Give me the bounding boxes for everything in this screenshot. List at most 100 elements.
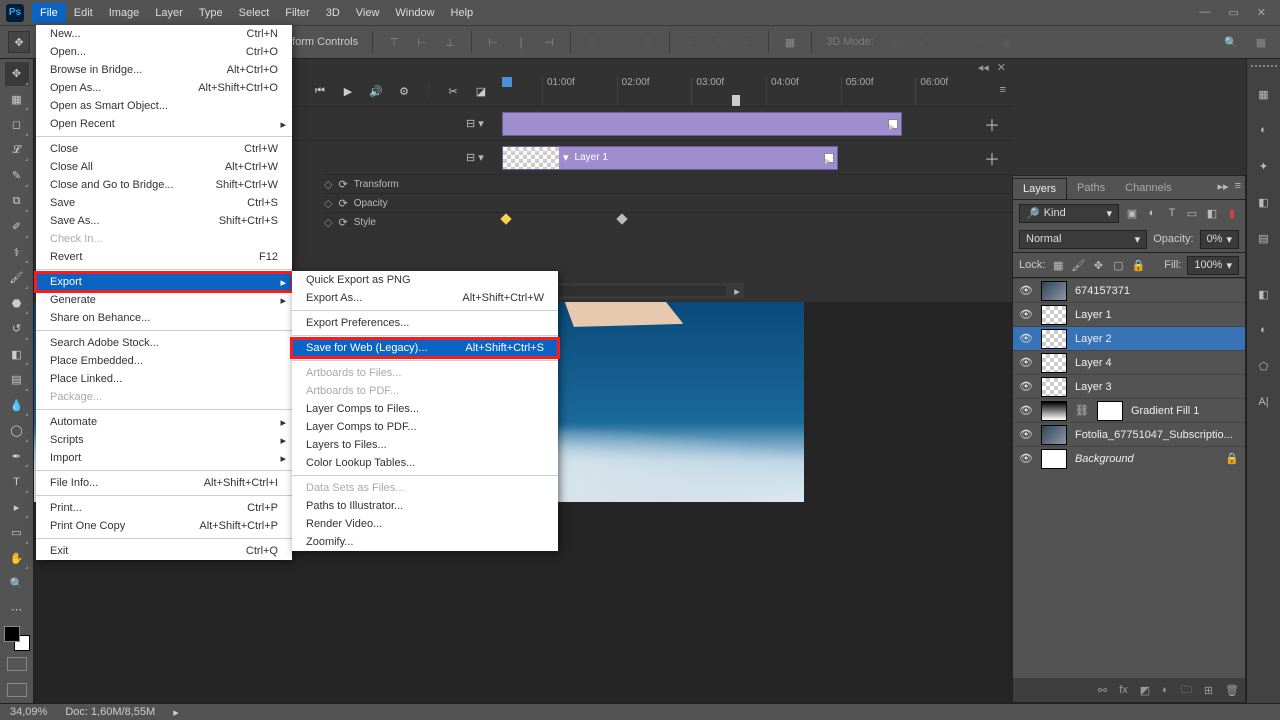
glyphs-panel-icon[interactable]: A| [1255,393,1273,411]
timeline-settings-icon[interactable]: ⚙ [396,83,412,99]
track-property[interactable]: ◇⟳Opacity [324,193,1012,212]
auto-align-icon[interactable]: ▦ [779,31,801,53]
filter-adjust-icon[interactable]: ◐ [1145,206,1159,220]
menu-window[interactable]: Window [387,3,442,23]
menu-item[interactable]: File Info...Alt+Shift+Ctrl+I [36,474,292,492]
dist-left-icon[interactable]: ≡ [680,31,702,53]
dist-hmid-icon[interactable]: ≡ [708,31,730,53]
layer-mask-icon[interactable]: ◩ [1140,684,1150,697]
track-menu-icon[interactable]: ⊟ [466,117,475,130]
quick-select-tool[interactable]: ✎ [5,164,29,188]
panel-expand-icon[interactable]: ▸▸ [1218,180,1229,193]
adjustment-layer-icon[interactable]: ◐ [1162,684,1169,696]
align-top-icon[interactable]: ⊤ [383,31,405,53]
dist-top-icon[interactable]: ≡ [581,31,603,53]
menu-item[interactable]: Print...Ctrl+P [36,499,292,517]
maximize-button[interactable]: ▭ [1228,6,1238,19]
3d-roll-icon[interactable]: ⤢ [912,31,934,53]
menu-item[interactable]: Paths to Illustrator... [292,497,558,515]
clip-layer1[interactable]: ▾Layer 1▸ [502,146,838,170]
keyframe[interactable] [616,213,627,224]
menu-item[interactable]: Open Recent▸ [36,115,292,133]
menu-3d[interactable]: 3D [318,3,348,23]
color-panel-icon[interactable]: ◧ [1255,193,1273,211]
quick-mask-icon[interactable] [7,657,27,671]
layer-name[interactable]: Gradient Fill 1 [1131,405,1239,417]
menu-item[interactable]: Save As...Shift+Ctrl+S [36,212,292,230]
menu-item[interactable]: ExitCtrl+Q [36,542,292,560]
hand-tool[interactable]: ✋ [5,547,29,571]
visibility-icon[interactable]: 👁 [1019,404,1033,417]
track-property[interactable]: ◇⟳Transform [324,174,1012,193]
layer-filter-kind[interactable]: 🔎 Kind ▾ [1019,204,1119,223]
crop-tool[interactable]: ⧉ [5,190,29,214]
eyedropper-tool[interactable]: ✐ [5,215,29,239]
menu-item[interactable]: Generate▸ [36,291,292,309]
menu-item[interactable]: Save for Web (Legacy)...Alt+Shift+Ctrl+S [292,339,558,357]
menu-view[interactable]: View [348,3,388,23]
panel-collapse-icon[interactable]: ◂◂ [978,61,989,74]
menu-item[interactable]: Automate▸ [36,413,292,431]
align-left-icon[interactable]: ⊢ [482,31,504,53]
history-brush-tool[interactable]: ↺ [5,317,29,341]
timeline-split-icon[interactable]: ✂ [445,83,461,99]
track-chevron-icon[interactable]: ▾ [478,151,484,164]
menu-item[interactable]: New...Ctrl+N [36,25,292,43]
dist-bottom-icon[interactable]: ≡ [637,31,659,53]
menu-select[interactable]: Select [231,3,278,23]
link-mask-icon[interactable]: ⛓ [1075,404,1089,417]
lock-paint-icon[interactable]: 🖌 [1071,258,1085,272]
lock-artboard-icon[interactable]: ▢ [1111,258,1125,272]
layers-panel-icon[interactable]: ◧ [1255,285,1273,303]
menu-item[interactable]: Zoomify... [292,533,558,551]
menu-item[interactable]: Place Linked... [36,370,292,388]
screen-mode-icon[interactable] [7,683,27,697]
eraser-tool[interactable]: ◧ [5,343,29,367]
lock-trans-icon[interactable]: ▦ [1051,258,1065,272]
panel-close-icon[interactable]: ✕ [997,61,1006,74]
blend-mode[interactable]: Normal▾ [1019,230,1147,249]
panel-tab-channels[interactable]: Channels [1115,178,1181,199]
keyframe-lane[interactable] [502,213,970,225]
filter-pixel-icon[interactable]: ▣ [1125,206,1139,220]
type-tool[interactable]: T [5,470,29,494]
opacity-value[interactable]: 0%▾ [1200,230,1239,249]
move-tool-icon[interactable]: ✥ [8,31,30,53]
stamp-tool[interactable]: ⬣ [5,292,29,316]
close-button[interactable]: ✕ [1257,6,1266,19]
search-icon[interactable]: 🔍 [1220,31,1242,53]
layer-name[interactable]: Layer 1 [1075,309,1239,321]
menu-file[interactable]: File [32,3,66,23]
clip-handle-icon[interactable]: ▸ [888,119,898,129]
adjustments-panel-icon[interactable]: ◐ [1255,121,1273,139]
status-chevron-icon[interactable]: ▸ [173,706,179,719]
panel-tab-layers[interactable]: Layers [1013,178,1067,199]
marquee-tool[interactable]: ◻ [5,113,29,137]
3d-slide-icon[interactable]: ✧ [968,31,990,53]
layer-row[interactable]: 👁 ⛓ Gradient Fill 1 [1013,398,1245,422]
color-swatch[interactable] [4,626,30,651]
new-layer-icon[interactable]: ⊞ [1204,684,1213,697]
move-tool[interactable]: ✥ [5,62,29,86]
menu-item[interactable]: Close AllAlt+Ctrl+W [36,158,292,176]
visibility-icon[interactable]: 👁 [1019,380,1033,393]
menu-item[interactable]: Export Preferences... [292,314,558,332]
layer-row[interactable]: 👁Layer 3 [1013,374,1245,398]
menu-item[interactable]: Open as Smart Object... [36,97,292,115]
shape-tool[interactable]: ▭ [5,521,29,545]
menu-item[interactable]: Open...Ctrl+O [36,43,292,61]
lock-all-icon[interactable]: 🔒 [1131,258,1145,272]
3d-zoom-icon[interactable]: ▣ [996,31,1018,53]
scroll-right-icon[interactable]: ▸ [730,285,744,298]
timeline-audio-icon[interactable]: 🔊 [368,83,384,99]
timeline-prev-icon[interactable]: ⏮ [312,83,328,99]
filter-smart-icon[interactable]: ◧ [1205,206,1219,220]
menu-item[interactable]: CloseCtrl+W [36,140,292,158]
layer-row[interactable]: 👁Layer 1 [1013,302,1245,326]
brush-tool[interactable]: 🖌 [5,266,29,290]
dist-right-icon[interactable]: ≡ [736,31,758,53]
panel-handle[interactable] [1251,65,1277,69]
workspace-icon[interactable]: ▦ [1250,31,1272,53]
visibility-icon[interactable]: 👁 [1019,332,1033,345]
menu-layer[interactable]: Layer [147,3,191,23]
